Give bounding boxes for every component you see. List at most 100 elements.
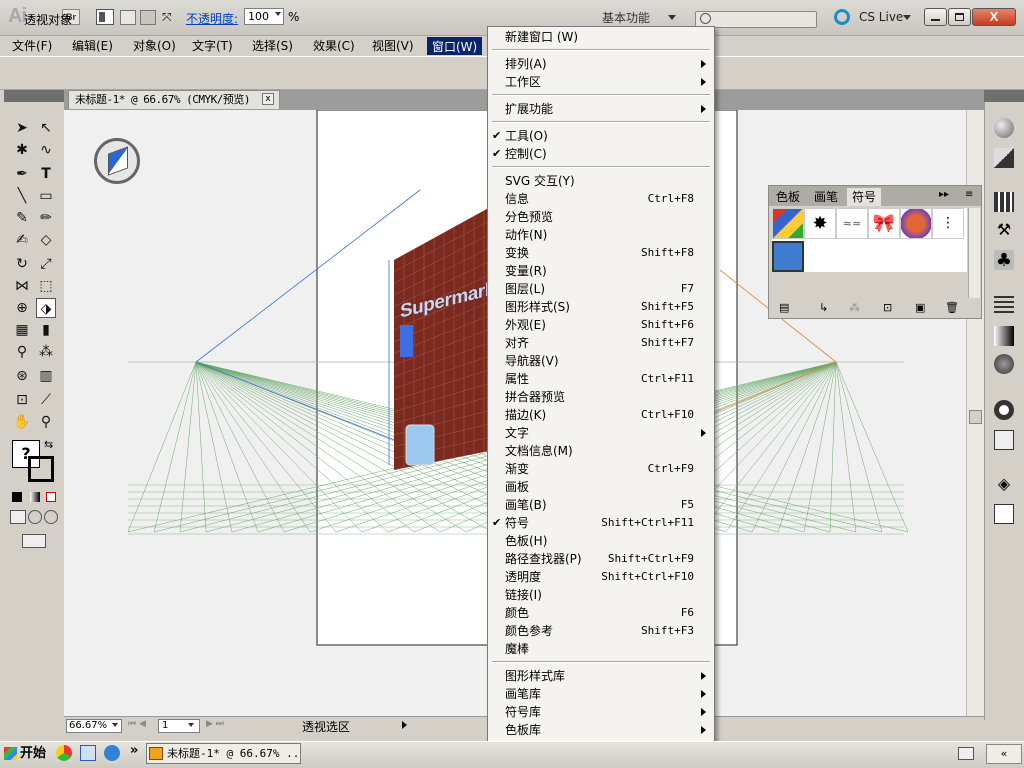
break-link-icon[interactable]: ⁂ — [849, 301, 860, 314]
column-graph-tool-icon[interactable]: ▥ — [36, 366, 56, 386]
rotate-tool-icon[interactable]: ↻ — [12, 254, 32, 274]
color-guide-icon[interactable] — [994, 148, 1014, 168]
line-tool-icon[interactable]: ╲ — [12, 186, 32, 206]
window-menu-item[interactable]: 透明度 Shift+Ctrl+F10 — [488, 568, 714, 586]
opacity-label[interactable]: 不透明度: — [186, 10, 238, 27]
internet-explorer-icon[interactable] — [104, 745, 120, 761]
close-button[interactable]: X — [972, 8, 1016, 26]
window-menu-item[interactable]: 颜色参考 Shift+F3 — [488, 622, 714, 640]
gradient-tool-icon[interactable]: ▮ — [36, 320, 56, 340]
appearance-icon[interactable] — [994, 400, 1014, 420]
window-menu-item[interactable]: 导航器(V) — [488, 352, 714, 370]
tab-symbols[interactable]: 符号 — [847, 188, 882, 206]
mesh-tool-icon[interactable]: ▦ — [12, 320, 32, 340]
symbols-scrollbar[interactable] — [968, 208, 980, 298]
window-menu-item[interactable]: 图形样式库 — [488, 667, 714, 685]
tools-panel-header[interactable] — [4, 90, 64, 102]
window-menu-item[interactable]: ✔ 工具(O) — [488, 127, 714, 145]
selection-tool-icon[interactable]: ➤ — [12, 118, 32, 138]
stroke-color-swatch[interactable] — [28, 456, 54, 482]
direct-selection-tool-icon[interactable]: ↖ — [36, 118, 56, 138]
draw-behind-icon[interactable] — [28, 510, 42, 524]
window-menu-item[interactable]: 链接(I) — [488, 586, 714, 604]
lasso-tool-icon[interactable]: ∿ — [36, 140, 56, 160]
window-menu-item[interactable]: 描边(K) Ctrl+F10 — [488, 406, 714, 424]
graphic-styles-icon[interactable] — [994, 430, 1014, 450]
next-artboard-icon[interactable]: ▶ ⏭ — [206, 719, 224, 729]
gradient-icon[interactable] — [994, 326, 1014, 346]
window-menu-item[interactable]: 文档信息(M) — [488, 442, 714, 460]
language-bar-icon[interactable]: « — [986, 744, 1022, 764]
eraser-tool-icon[interactable]: ◇ — [36, 230, 56, 250]
taskbar-item-illustrator[interactable]: 未标题-1* @ 66.67% ... — [146, 743, 301, 764]
opacity-input[interactable]: 100 — [244, 8, 284, 25]
window-menu-item[interactable]: 对齐 Shift+F7 — [488, 334, 714, 352]
window-menu-item[interactable]: 新建窗口 (W) — [488, 28, 714, 46]
scale-tool-icon[interactable]: ⤢ — [36, 254, 56, 274]
menu-edit[interactable]: 编辑(E) — [68, 37, 117, 55]
window-menu-item[interactable]: SVG 交互(Y) — [488, 172, 714, 190]
blob-brush-tool-icon[interactable]: ✍ — [12, 230, 32, 250]
symbol-ribbon[interactable]: 🎀 — [868, 208, 900, 239]
cs-live-icon[interactable] — [834, 9, 850, 25]
move-plane-icon[interactable]: ⤧ — [162, 10, 178, 25]
symbol-sprayer-tool-icon[interactable]: ⊛ — [12, 366, 32, 386]
draw-normal-icon[interactable] — [10, 510, 26, 524]
paintbrush-tool-icon[interactable]: ✎ — [12, 208, 32, 228]
artboard-tool-icon[interactable]: ⊡ — [12, 390, 32, 410]
delete-symbol-icon[interactable]: 🗑 — [945, 301, 959, 314]
color-mode-icon[interactable] — [12, 492, 22, 502]
window-menu-item[interactable]: 画笔库 — [488, 685, 714, 703]
tab-brushes[interactable]: 画笔 — [809, 188, 843, 206]
window-menu-item[interactable]: 工作区 — [488, 73, 714, 91]
window-menu-item[interactable]: 渐变 Ctrl+F9 — [488, 460, 714, 478]
first-artboard-icon[interactable]: ⏮ ◀ — [128, 719, 146, 729]
window-menu-item[interactable]: 拼合器预览 — [488, 388, 714, 406]
symbol-orb[interactable] — [900, 208, 932, 239]
symbol-cube[interactable] — [772, 208, 804, 239]
menu-file[interactable]: 文件(F) — [8, 37, 56, 55]
close-tab-icon[interactable]: x — [262, 93, 274, 105]
document-tab[interactable]: 未标题-1* @ 66.67% (CMYK/预览) — [68, 90, 280, 109]
artboards-icon[interactable] — [994, 504, 1014, 524]
gradient-mode-icon[interactable] — [30, 492, 40, 502]
symbol-libraries-icon[interactable]: ▤ — [779, 301, 789, 314]
window-menu-item[interactable]: 扩展功能 — [488, 100, 714, 118]
window-menu-item[interactable]: 图层(L) F7 — [488, 280, 714, 298]
menu-effect[interactable]: 效果(C) — [309, 37, 359, 55]
symbol-splat[interactable]: ✸ — [804, 208, 836, 239]
rectangle-tool-icon[interactable]: ▭ — [36, 186, 56, 206]
plane-switching-widget-icon[interactable] — [94, 138, 140, 184]
none-mode-icon[interactable] — [46, 492, 56, 502]
chevron-down-icon[interactable] — [275, 12, 281, 16]
window-menu-item[interactable]: 排列(A) — [488, 55, 714, 73]
screen-mode-icon[interactable] — [22, 534, 46, 548]
pen-tool-icon[interactable]: ✒ — [12, 164, 32, 184]
window-menu-item[interactable]: 信息 Ctrl+F8 — [488, 190, 714, 208]
shape-builder-tool-icon[interactable]: ⊕ — [12, 298, 32, 318]
perspective-grid-icon[interactable] — [120, 10, 136, 25]
slice-tool-icon[interactable]: ⟋ — [36, 390, 56, 410]
keyboard-tray-icon[interactable] — [958, 747, 974, 760]
menu-view[interactable]: 视图(V) — [368, 37, 418, 55]
perspective-selection-icon[interactable] — [140, 10, 156, 25]
window-menu-item[interactable]: 变量(R) — [488, 262, 714, 280]
dock-header[interactable] — [984, 90, 1024, 102]
restore-button[interactable] — [948, 8, 971, 26]
swatches-icon[interactable] — [994, 192, 1014, 212]
free-transform-tool-icon[interactable]: ⬚ — [36, 276, 56, 296]
swap-colors-icon[interactable]: ⇆ — [44, 438, 53, 451]
window-menu-item[interactable]: 文字 — [488, 424, 714, 442]
width-tool-icon[interactable]: ⋈ — [12, 276, 32, 296]
stroke-icon[interactable] — [994, 296, 1014, 316]
pencil-tool-icon[interactable]: ✏ — [36, 208, 56, 228]
layers-icon[interactable]: ◈ — [994, 474, 1014, 494]
window-menu-item[interactable]: 图形样式(S) Shift+F5 — [488, 298, 714, 316]
window-menu-item[interactable]: 动作(N) — [488, 226, 714, 244]
symbol-blank[interactable]: ⋮ — [932, 208, 964, 239]
chrome-icon[interactable] — [56, 745, 72, 761]
perspective-selection-tool-icon[interactable]: ⬗ — [36, 298, 56, 318]
collapse-panel-icon[interactable]: ▸▸ — [939, 189, 949, 200]
window-menu-item[interactable]: ✔ 符号 Shift+Ctrl+F11 — [488, 514, 714, 532]
chevron-down-icon[interactable] — [112, 723, 118, 727]
